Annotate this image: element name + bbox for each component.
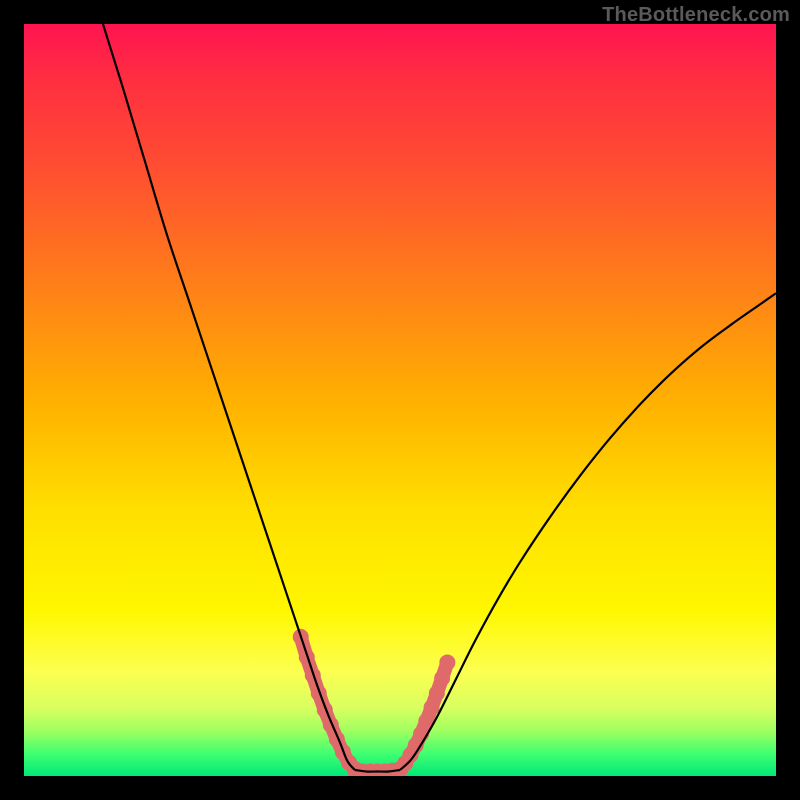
watermark-label: TheBottleneck.com	[602, 4, 790, 27]
chart-stage: TheBottleneck.com	[0, 0, 800, 800]
series-right-branch	[400, 293, 776, 770]
series-marker	[424, 700, 440, 716]
series-marker	[439, 654, 455, 670]
series-marker	[429, 685, 445, 701]
chart-svg	[24, 24, 776, 776]
series-marker	[434, 670, 450, 686]
series-left-branch	[103, 24, 355, 770]
plot-area	[24, 24, 776, 776]
